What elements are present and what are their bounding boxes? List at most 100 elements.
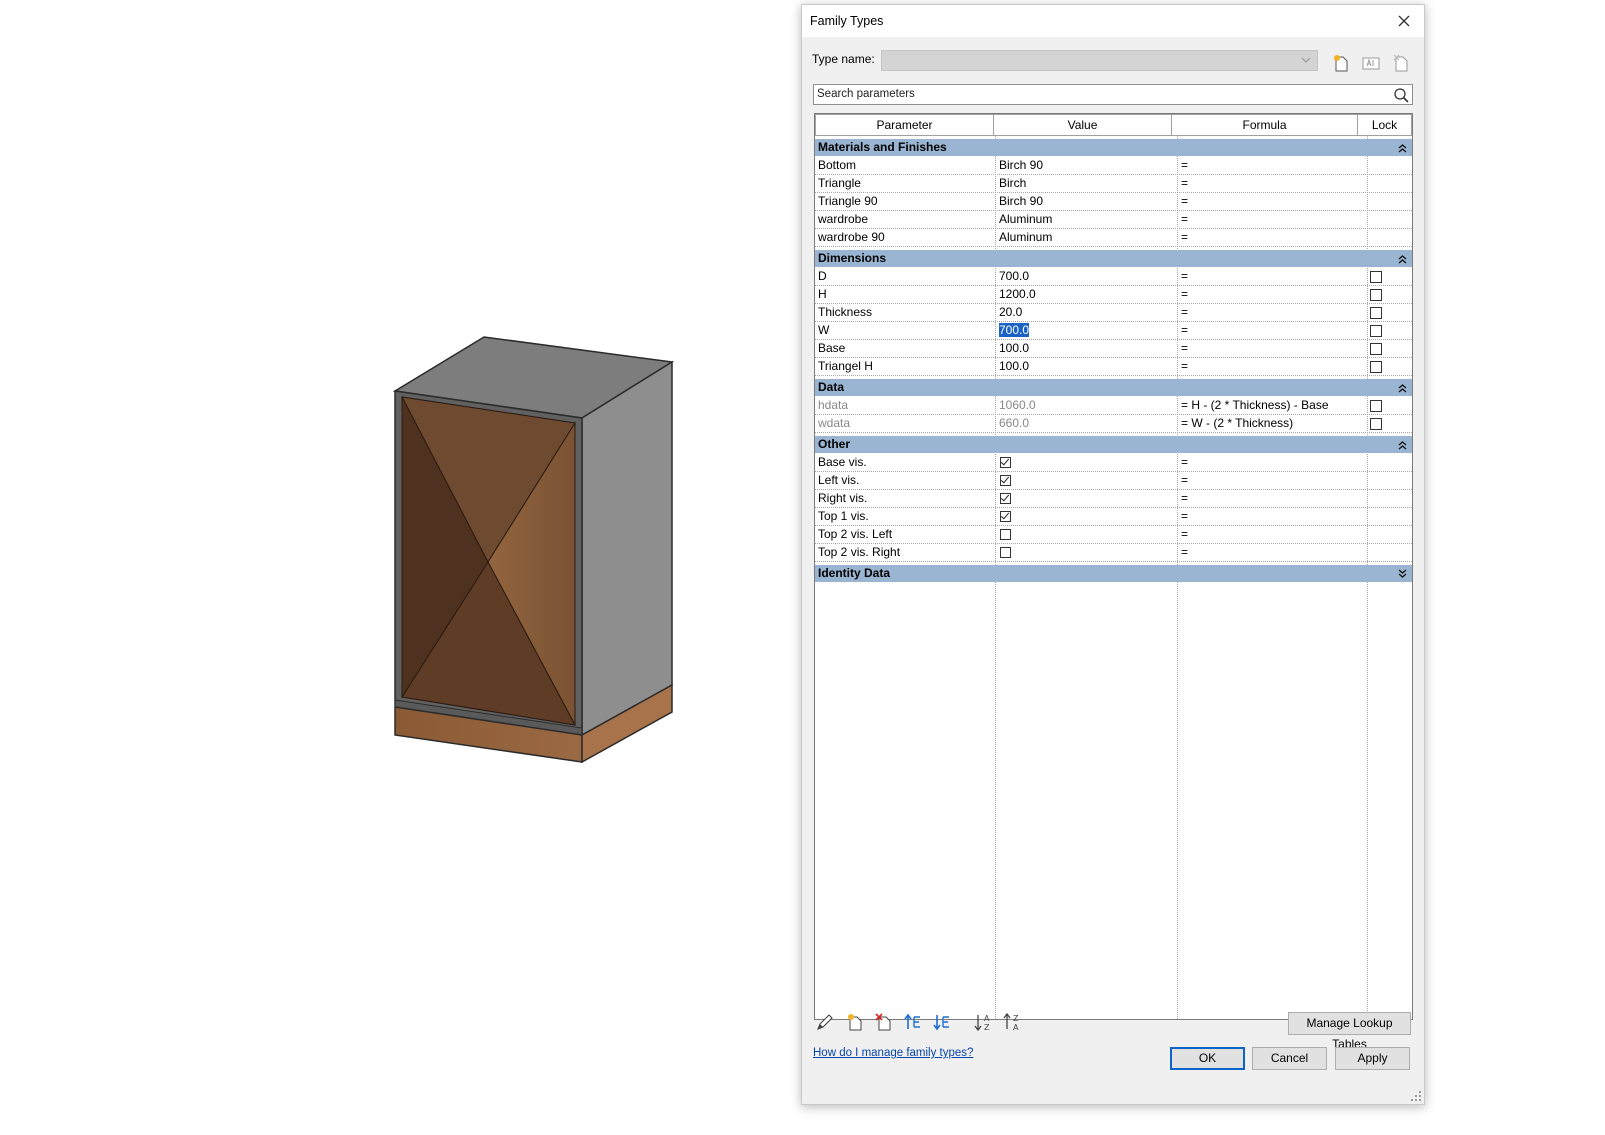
parameter-value[interactable]: 100.0 <box>999 340 1177 357</box>
delete-parameter-button[interactable] <box>873 1011 895 1033</box>
parameter-row[interactable]: Base 100.0 = <box>815 340 1412 358</box>
manage-lookup-tables-button[interactable]: Manage Lookup Tables <box>1288 1012 1411 1051</box>
lock-checkbox[interactable] <box>1370 361 1382 373</box>
move-parameter-up-button[interactable] <box>902 1011 924 1033</box>
parameter-formula[interactable]: = <box>1181 544 1367 561</box>
lock-checkbox[interactable] <box>1370 307 1382 319</box>
value-checkbox[interactable] <box>1000 475 1011 486</box>
parameter-formula[interactable]: = <box>1181 340 1367 357</box>
lock-checkbox[interactable] <box>1370 271 1382 283</box>
parameter-row[interactable]: Top 2 vis. Left = <box>815 526 1412 544</box>
group-header[interactable]: Dimensions <box>815 250 1412 267</box>
lock-checkbox[interactable] <box>1370 418 1382 430</box>
parameter-formula[interactable]: = <box>1181 304 1367 321</box>
parameter-value[interactable]: Birch 90 <box>999 157 1177 174</box>
parameter-value[interactable]: Birch 90 <box>999 193 1177 210</box>
collapse-icon[interactable] <box>1398 381 1407 398</box>
parameter-row[interactable]: Triangle 90 Birch 90 = <box>815 193 1412 211</box>
parameter-value[interactable]: 20.0 <box>999 304 1177 321</box>
new-type-button[interactable] <box>1330 52 1352 74</box>
parameter-row[interactable]: Right vis. = <box>815 490 1412 508</box>
parameter-row[interactable]: wardrobe 90 Aluminum = <box>815 229 1412 247</box>
help-link[interactable]: How do I manage family types? <box>813 1047 973 1059</box>
collapse-icon[interactable] <box>1398 252 1407 269</box>
column-header-parameter[interactable]: Parameter <box>815 114 994 136</box>
parameter-row[interactable]: Base vis. = <box>815 454 1412 472</box>
collapse-icon[interactable] <box>1398 438 1407 455</box>
parameter-value[interactable]: 1200.0 <box>999 286 1177 303</box>
apply-button[interactable]: Apply <box>1335 1047 1410 1070</box>
sort-ascending-button[interactable]: A Z <box>973 1011 995 1033</box>
resize-grip-icon[interactable] <box>1410 1090 1422 1102</box>
expand-icon[interactable] <box>1398 567 1407 584</box>
parameter-value[interactable]: Aluminum <box>999 211 1177 228</box>
parameter-value[interactable]: Birch <box>999 175 1177 192</box>
delete-type-button[interactable] <box>1390 52 1412 74</box>
parameter-row[interactable]: D 700.0 = <box>815 268 1412 286</box>
parameter-row[interactable]: Top 1 vis. = <box>815 508 1412 526</box>
3d-viewport[interactable] <box>0 0 790 1135</box>
parameter-row[interactable]: Top 2 vis. Right = <box>815 544 1412 562</box>
value-checkbox[interactable] <box>1000 547 1011 558</box>
search-icon[interactable] <box>1393 87 1410 104</box>
parameter-formula[interactable]: = H - (2 * Thickness) - Base <box>1181 397 1367 414</box>
parameter-formula[interactable]: = W - (2 * Thickness) <box>1181 415 1367 432</box>
parameter-row[interactable]: Triangle Birch = <box>815 175 1412 193</box>
parameter-row[interactable]: W 700.0 = <box>815 322 1412 340</box>
rename-type-button[interactable] <box>1360 52 1382 74</box>
value-checkbox[interactable] <box>1000 493 1011 504</box>
value-checkbox[interactable] <box>1000 529 1011 540</box>
move-parameter-down-button[interactable] <box>931 1011 953 1033</box>
group-header[interactable]: Identity Data <box>815 565 1412 582</box>
lock-checkbox[interactable] <box>1370 400 1382 412</box>
group-title: Identity Data <box>818 566 891 580</box>
parameter-formula[interactable]: = <box>1181 454 1367 471</box>
parameter-value[interactable]: 100.0 <box>999 358 1177 375</box>
group-header[interactable]: Other <box>815 436 1412 453</box>
column-header-formula[interactable]: Formula <box>1171 114 1358 136</box>
parameter-formula[interactable]: = <box>1181 472 1367 489</box>
parameter-formula[interactable]: = <box>1181 526 1367 543</box>
column-header-lock[interactable]: Lock <box>1357 114 1412 136</box>
close-button[interactable] <box>1392 9 1416 33</box>
parameter-row[interactable]: H 1200.0 = <box>815 286 1412 304</box>
parameter-formula[interactable]: = <box>1181 193 1367 210</box>
value-checkbox[interactable] <box>1000 457 1011 468</box>
parameter-row[interactable]: Triangel H 100.0 = <box>815 358 1412 376</box>
column-header-value[interactable]: Value <box>993 114 1172 136</box>
group-header[interactable]: Data <box>815 379 1412 396</box>
parameter-row[interactable]: hdata 1060.0 = H - (2 * Thickness) - Base <box>815 397 1412 415</box>
search-parameters-input[interactable]: Search parameters <box>813 84 1413 105</box>
type-name-combobox[interactable] <box>881 50 1318 71</box>
ok-button[interactable]: OK <box>1170 1047 1245 1070</box>
parameter-formula[interactable]: = <box>1181 229 1367 246</box>
parameter-value[interactable]: 700.0 <box>999 322 1177 339</box>
parameter-formula[interactable]: = <box>1181 322 1367 339</box>
collapse-icon[interactable] <box>1398 141 1407 158</box>
value-checkbox[interactable] <box>1000 511 1011 522</box>
parameter-value[interactable]: 700.0 <box>999 268 1177 285</box>
parameter-formula[interactable]: = <box>1181 358 1367 375</box>
parameter-formula[interactable]: = <box>1181 490 1367 507</box>
parameter-formula[interactable]: = <box>1181 286 1367 303</box>
parameter-formula[interactable]: = <box>1181 157 1367 174</box>
parameter-formula[interactable]: = <box>1181 211 1367 228</box>
cancel-button[interactable]: Cancel <box>1252 1047 1327 1070</box>
new-parameter-button[interactable] <box>844 1011 866 1033</box>
lock-checkbox[interactable] <box>1370 289 1382 301</box>
parameter-row[interactable]: wardrobe Aluminum = <box>815 211 1412 229</box>
close-icon <box>1398 15 1410 27</box>
sort-descending-button[interactable]: Z A <box>1002 1011 1024 1033</box>
lock-checkbox[interactable] <box>1370 343 1382 355</box>
parameter-value[interactable]: Aluminum <box>999 229 1177 246</box>
parameter-formula[interactable]: = <box>1181 268 1367 285</box>
parameter-row[interactable]: Thickness 20.0 = <box>815 304 1412 322</box>
parameter-row[interactable]: Bottom Birch 90 = <box>815 157 1412 175</box>
edit-parameter-button[interactable] <box>814 1011 836 1033</box>
lock-checkbox[interactable] <box>1370 325 1382 337</box>
parameter-formula[interactable]: = <box>1181 508 1367 525</box>
parameter-row[interactable]: Left vis. = <box>815 472 1412 490</box>
parameter-row[interactable]: wdata 660.0 = W - (2 * Thickness) <box>815 415 1412 433</box>
group-header[interactable]: Materials and Finishes <box>815 139 1412 156</box>
parameter-formula[interactable]: = <box>1181 175 1367 192</box>
